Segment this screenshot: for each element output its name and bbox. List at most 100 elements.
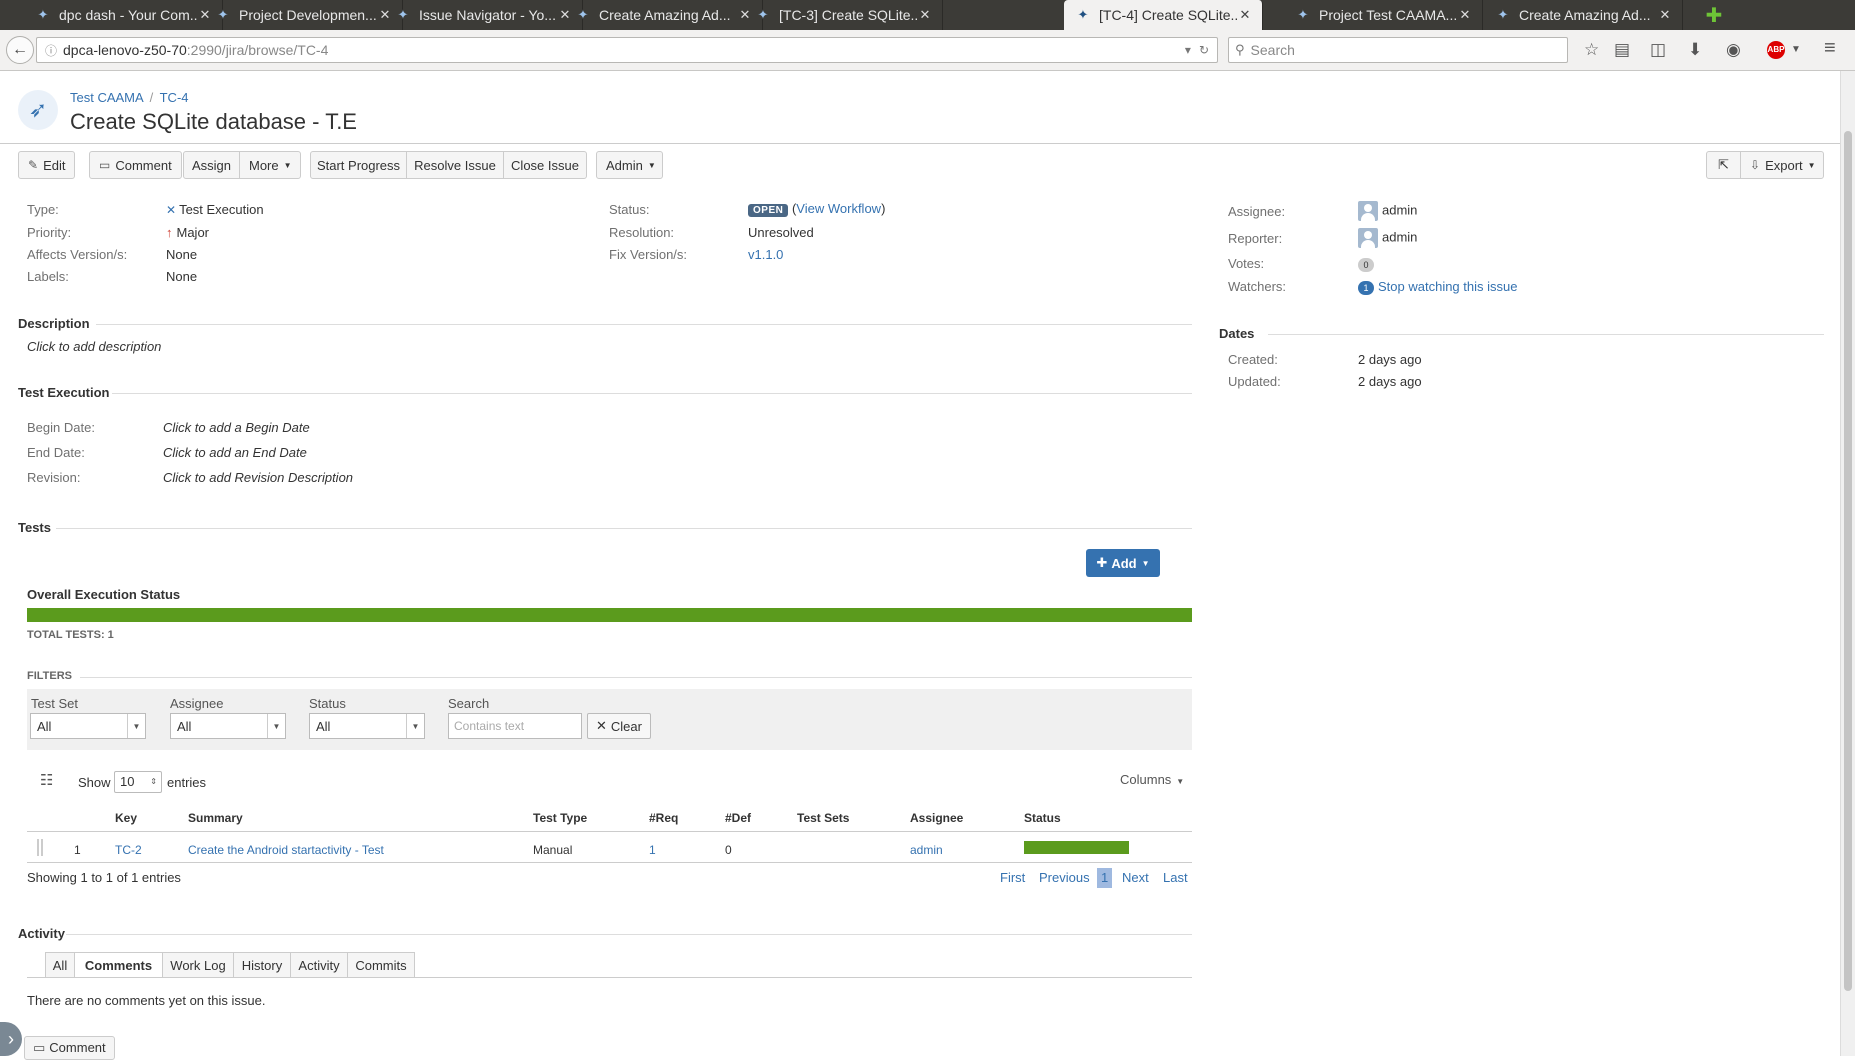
close-icon: ✕ <box>596 718 607 733</box>
labels-value[interactable]: None <box>166 269 197 284</box>
browser-tab[interactable]: ✦ Issue Navigator - Yo... ✕ <box>384 0 583 30</box>
browser-tab-active[interactable]: ✦ [TC-4] Create SQLite... ✕ <box>1064 0 1263 30</box>
download-icon[interactable]: ⬇ <box>1688 40 1702 60</box>
adblock-dropdown-icon[interactable]: ▼ <box>1791 40 1801 60</box>
column-header-assignee[interactable]: Assignee <box>910 811 963 825</box>
page-scrollbar[interactable] <box>1840 71 1855 1056</box>
assign-button[interactable]: Assign <box>183 151 240 179</box>
jira-favicon-icon: ✦ <box>1297 7 1309 22</box>
column-header-summary[interactable]: Summary <box>188 811 243 825</box>
more-button[interactable]: More ▼ <box>239 151 301 179</box>
table-settings-icon[interactable]: ☷ <box>40 771 53 789</box>
view-workflow-link[interactable]: View Workflow <box>796 201 881 216</box>
column-header-test-type[interactable]: Test Type <box>533 811 587 825</box>
start-progress-button[interactable]: Start Progress <box>310 151 407 179</box>
updated-value: 2 days ago <box>1358 374 1422 389</box>
back-arrow-icon[interactable]: ← <box>6 36 34 64</box>
tab-work-log[interactable]: Work Log <box>162 952 234 978</box>
end-date-value[interactable]: Click to add an End Date <box>163 445 307 460</box>
column-header-test-sets[interactable]: Test Sets <box>797 811 849 825</box>
tab-activity[interactable]: Activity <box>290 952 348 978</box>
stop-watching-link[interactable]: Stop watching this issue <box>1378 279 1517 294</box>
pager-next[interactable]: Next <box>1122 870 1149 885</box>
row-key-link[interactable]: TC-2 <box>115 843 142 857</box>
edit-button[interactable]: ✎ Edit <box>18 151 76 179</box>
reporter-value[interactable]: admin <box>1358 228 1417 248</box>
row-number: 1 <box>74 843 81 857</box>
admin-button[interactable]: Admin ▼ <box>596 151 663 179</box>
pager-last[interactable]: Last <box>1163 870 1188 885</box>
search-filter-input[interactable]: Contains text <box>448 713 582 739</box>
row-assignee-link[interactable]: admin <box>910 843 943 857</box>
browser-tab[interactable]: ✦ Project Developmen... ✕ <box>204 0 403 30</box>
tab-history[interactable]: History <box>233 952 291 978</box>
row-req-link[interactable]: 1 <box>649 843 656 857</box>
hamburger-menu-icon[interactable]: ≡ <box>1824 38 1836 58</box>
begin-date-value[interactable]: Click to add a Begin Date <box>163 420 310 435</box>
project-rocket-icon[interactable]: ➶ <box>18 90 58 130</box>
resolve-issue-button[interactable]: Resolve Issue <box>406 151 504 179</box>
close-tab-icon[interactable]: ✕ <box>1658 7 1672 23</box>
browser-tab[interactable]: ✦ [TC-3] Create SQLite... ✕ <box>744 0 943 30</box>
columns-button[interactable]: Columns ▼ <box>1120 772 1184 787</box>
bookmark-star-icon[interactable]: ☆ <box>1584 40 1599 60</box>
status-filter-select[interactable]: All ▼ <box>309 713 425 739</box>
browser-tab-bar: ✦ dpc dash - Your Com... ✕ ✦ Project Dev… <box>0 0 1855 30</box>
side-panel-chevron-icon[interactable]: › <box>0 1022 22 1056</box>
revision-value[interactable]: Click to add Revision Description <box>163 470 353 485</box>
url-bar[interactable]: ⓘ dpca-lenovo-z50-70:2990/jira/browse/TC… <box>36 37 1218 63</box>
browser-tab[interactable]: ✦ Create Amazing Ad... ✕ <box>564 0 763 30</box>
affects-versions-value[interactable]: None <box>166 247 197 262</box>
browser-search-bar[interactable]: ⚲ Search <box>1228 37 1568 63</box>
add-comment-button[interactable]: ▭ Comment <box>24 1036 115 1060</box>
browser-tab[interactable]: ✦ dpc dash - Your Com... ✕ <box>24 0 223 30</box>
column-header-key[interactable]: Key <box>115 811 137 825</box>
new-tab-plus-icon[interactable]: ✚ <box>1700 0 1728 30</box>
fix-version-link[interactable]: v1.1.0 <box>748 247 783 262</box>
share-button[interactable]: ⇱ <box>1706 151 1741 179</box>
browser-tab[interactable]: ✦ Create Amazing Ad... ✕ <box>1484 0 1683 30</box>
pager-first[interactable]: First <box>1000 870 1025 885</box>
pager-previous[interactable]: Previous <box>1039 870 1090 885</box>
test-set-filter-select[interactable]: All ▼ <box>30 713 146 739</box>
entries-per-page-select[interactable]: 10 ⇕ <box>114 771 162 793</box>
column-header-def[interactable]: #Def <box>725 811 751 825</box>
browser-tab[interactable]: ✦ Project Test CAAMA... ✕ <box>1284 0 1483 30</box>
page-title[interactable]: Create SQLite database - T.E <box>70 109 357 135</box>
add-tests-button[interactable]: ✚ Add ▼ <box>1086 549 1160 577</box>
export-button[interactable]: ⇩ Export ▼ <box>1740 151 1824 179</box>
breadcrumb-project-link[interactable]: Test CAAMA <box>70 90 143 105</box>
tab-comments[interactable]: Comments <box>74 952 163 978</box>
url-dropdown-icon[interactable]: ▾ <box>1185 43 1191 57</box>
close-tab-icon[interactable]: ✕ <box>1458 7 1472 23</box>
description-placeholder[interactable]: Click to add description <box>27 339 161 354</box>
reading-list-icon[interactable]: ▤ <box>1614 40 1630 60</box>
close-tab-icon[interactable]: ✕ <box>1238 7 1252 23</box>
drag-handle[interactable] <box>37 839 43 856</box>
column-header-req[interactable]: #Req <box>649 811 678 825</box>
tab-all[interactable]: All <box>45 952 75 978</box>
pocket-icon[interactable]: ◫ <box>1650 40 1666 60</box>
assignee-value[interactable]: admin <box>1358 201 1417 221</box>
assignee-name: admin <box>1382 202 1418 218</box>
close-issue-button[interactable]: Close Issue <box>503 151 587 179</box>
site-info-icon[interactable]: ⓘ <box>45 42 57 59</box>
close-tab-icon[interactable]: ✕ <box>918 7 932 23</box>
breadcrumb-issue-key-link[interactable]: TC-4 <box>160 90 189 105</box>
chat-icon[interactable]: ◉ <box>1726 40 1741 60</box>
reload-icon[interactable]: ↻ <box>1199 43 1209 57</box>
header-divider <box>0 143 1840 144</box>
overall-status-heading: Overall Execution Status <box>27 587 181 602</box>
adblock-plus-icon[interactable]: ABP <box>1767 41 1785 59</box>
clear-filters-button[interactable]: ✕ Clear <box>587 713 651 739</box>
votes-value[interactable]: 0 <box>1358 256 1374 272</box>
export-label: Export <box>1765 157 1803 173</box>
pager-current-page[interactable]: 1 <box>1097 868 1113 888</box>
jira-favicon-icon: ✦ <box>397 7 409 22</box>
comment-button[interactable]: ▭ Comment <box>89 151 182 179</box>
scrollbar-thumb[interactable] <box>1844 131 1852 991</box>
tab-commits[interactable]: Commits <box>347 952 415 978</box>
assignee-filter-select[interactable]: All ▼ <box>170 713 286 739</box>
row-summary-link[interactable]: Create the Android startactivity - Test <box>188 843 384 857</box>
column-header-status[interactable]: Status <box>1024 811 1061 825</box>
